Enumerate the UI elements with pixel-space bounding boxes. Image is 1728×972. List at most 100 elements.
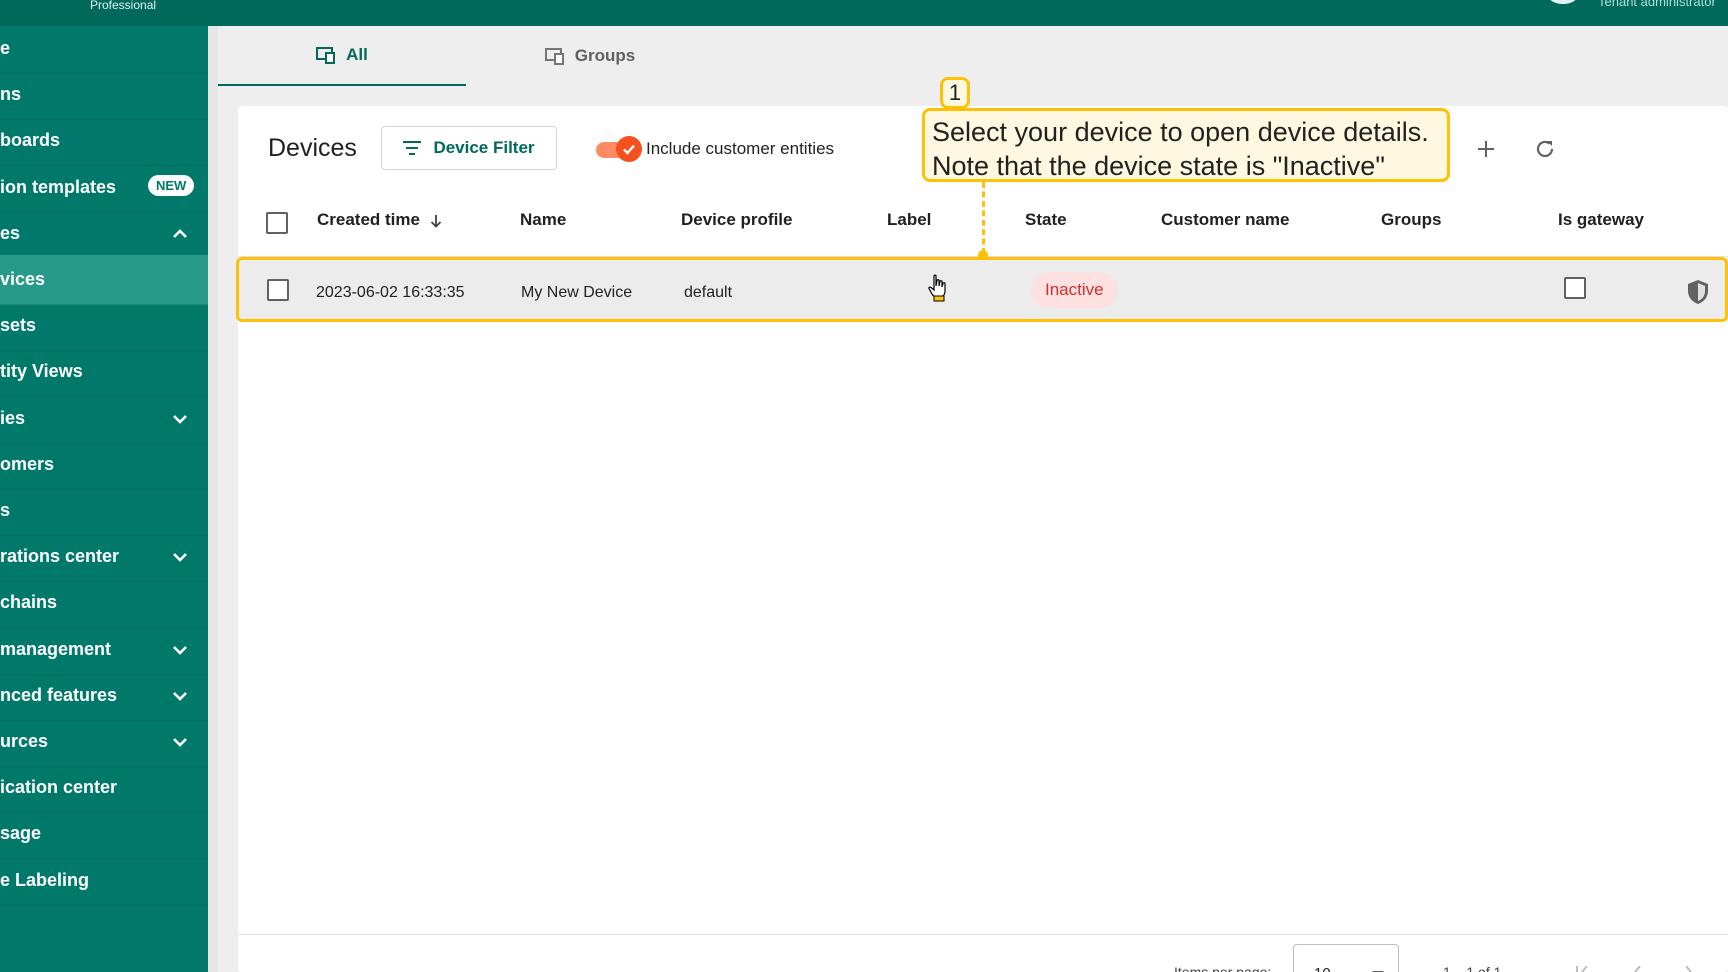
plus-icon [1478, 141, 1494, 157]
pagination-range: 1 – 1 of 1 [1443, 964, 1502, 972]
header-label[interactable]: Label [887, 210, 931, 230]
items-per-page-select[interactable]: 10 [1293, 944, 1399, 972]
sidebar-item-rations-center[interactable]: rations center [0, 532, 208, 583]
sidebar-item-label: chains [0, 592, 58, 613]
sidebar-item-label: management [0, 638, 112, 659]
step-number-badge: 1 [940, 77, 970, 109]
page-title: Devices [268, 134, 357, 162]
table-row[interactable]: 2023-06-02 16:33:35 My New Device defaul… [236, 257, 1728, 322]
callout-connector [982, 182, 985, 254]
sidebar-item-label: ication center [0, 777, 118, 798]
sidebar-item-label: vices [0, 269, 46, 289]
user-role: Tenant administrator [1598, 0, 1716, 9]
sidebar-item-label: e Labeling [0, 869, 90, 890]
cell-created-time: 2023-06-02 16:33:35 [316, 284, 465, 301]
sidebar-item-chains[interactable]: chains [0, 578, 208, 629]
sidebar-item-label: tity Views [0, 361, 83, 382]
sidebar-item-e[interactable]: e [0, 26, 208, 74]
shield-icon[interactable] [1686, 279, 1710, 305]
add-device-button[interactable] [1471, 134, 1501, 164]
device-filter-button[interactable]: Device Filter [381, 126, 557, 170]
chevron-down-icon[interactable] [170, 547, 190, 567]
is-gateway-checkbox [1564, 277, 1586, 299]
sidebar-item-e-labeling[interactable]: e Labeling [0, 856, 208, 906]
sidebar-item-label: sets [0, 315, 37, 336]
chevron-down-icon[interactable] [170, 686, 190, 706]
sidebar-item-sets[interactable]: sets [0, 301, 208, 352]
sidebar-item-urces[interactable]: urces [0, 717, 208, 767]
sidebar-item-label: ns [0, 84, 22, 105]
arrow-down-icon [430, 214, 441, 228]
sidebar-item-label: ies [0, 407, 26, 428]
device-groups-icon [544, 48, 564, 65]
header-groups: Groups [1381, 210, 1442, 229]
first-page-icon[interactable] [1575, 966, 1591, 972]
sidebar-item-sage[interactable]: sage [0, 809, 208, 860]
footer-divider [238, 934, 1728, 935]
chevron-down-icon[interactable] [170, 640, 190, 660]
sidebar-item-label: e [0, 38, 11, 58]
include-customer-toggle[interactable] [596, 136, 642, 162]
sidebar-item-nced-features[interactable]: nced features [0, 671, 208, 721]
header-device-profile[interactable]: Device profile [681, 210, 793, 230]
sidebar-item-ication-center[interactable]: ication center [0, 763, 208, 814]
hand-cursor-icon [928, 274, 946, 302]
devices-icon [316, 47, 336, 64]
include-customer-label: Include customer entities [646, 139, 835, 158]
cell-device-profile: default [684, 284, 733, 301]
sidebar-item-boards[interactable]: boards [0, 116, 208, 167]
sidebar-item-es[interactable]: es [0, 209, 208, 259]
chevron-down-icon[interactable] [170, 732, 190, 752]
sidebar-item-vices[interactable]: vices [0, 255, 208, 305]
sidebar-item-label: boards [0, 130, 61, 151]
tab-groups[interactable]: Groups [466, 26, 714, 86]
header-created-time[interactable]: Created time [317, 210, 443, 230]
refresh-icon [1536, 140, 1554, 158]
header-created-time-label: Created time [317, 210, 420, 229]
device-filter-label: Device Filter [433, 138, 535, 157]
status-badge: Inactive [1031, 272, 1118, 308]
top-bar: Professional Tenant administrator [0, 0, 1728, 26]
sidebar-item-management[interactable]: management [0, 625, 208, 675]
chevron-down-icon[interactable] [170, 409, 190, 429]
check-icon [623, 144, 635, 155]
callout-anchor-dot [978, 250, 988, 260]
row-checkbox[interactable] [267, 279, 289, 301]
sidebar-scrollbar[interactable] [208, 26, 218, 972]
callout-line-2: Note that the device state is "Inactive" [932, 151, 1385, 181]
items-per-page-label: Items per page: [1174, 964, 1272, 972]
sidebar-item-omers[interactable]: omers [0, 440, 208, 490]
chevron-up-icon[interactable] [170, 224, 190, 244]
sidebar-item-label: sage [0, 823, 42, 844]
sidebar-item-label: urces [0, 731, 49, 751]
tab-all-label: All [346, 45, 368, 64]
sidebar-item-label: rations center [0, 546, 120, 567]
header-is-gateway[interactable]: Is gateway [1558, 210, 1644, 230]
sidebar-item-label: es [0, 222, 21, 243]
tab-all[interactable]: All [218, 26, 466, 86]
tutorial-callout: Select your device to open device detail… [922, 108, 1450, 182]
cell-name: My New Device [521, 284, 633, 301]
sidebar-item-ns[interactable]: ns [0, 70, 208, 121]
next-page-icon[interactable] [1683, 966, 1695, 972]
sidebar-item-ies[interactable]: ies [0, 394, 208, 444]
sidebar-item-ion-templates[interactable]: ion templates NEW [0, 163, 208, 213]
select-all-checkbox[interactable] [266, 212, 288, 234]
sidebar: e ns boards ion templates NEW es vices sets tity… [0, 26, 218, 972]
avatar[interactable] [1548, 0, 1578, 4]
sidebar-item-tity-views[interactable]: tity Views [0, 347, 208, 398]
callout-line-1: Select your device to open device detail… [932, 117, 1429, 147]
items-per-page-value: 10 [1314, 965, 1331, 972]
header-customer-name[interactable]: Customer name [1161, 210, 1289, 230]
sidebar-item-s[interactable]: s [0, 486, 208, 536]
previous-page-icon[interactable] [1631, 966, 1643, 972]
header-name[interactable]: Name [520, 210, 566, 230]
brand-subtitle: Professional [90, 0, 157, 12]
sidebar-item-label: omers [0, 453, 55, 474]
sidebar-item-label: s [0, 500, 11, 520]
filter-icon [403, 141, 422, 155]
header-state[interactable]: State [1025, 210, 1067, 230]
sidebar-item-label: ion templates [0, 176, 117, 197]
refresh-button[interactable] [1530, 134, 1560, 164]
tab-groups-label: Groups [574, 46, 636, 65]
